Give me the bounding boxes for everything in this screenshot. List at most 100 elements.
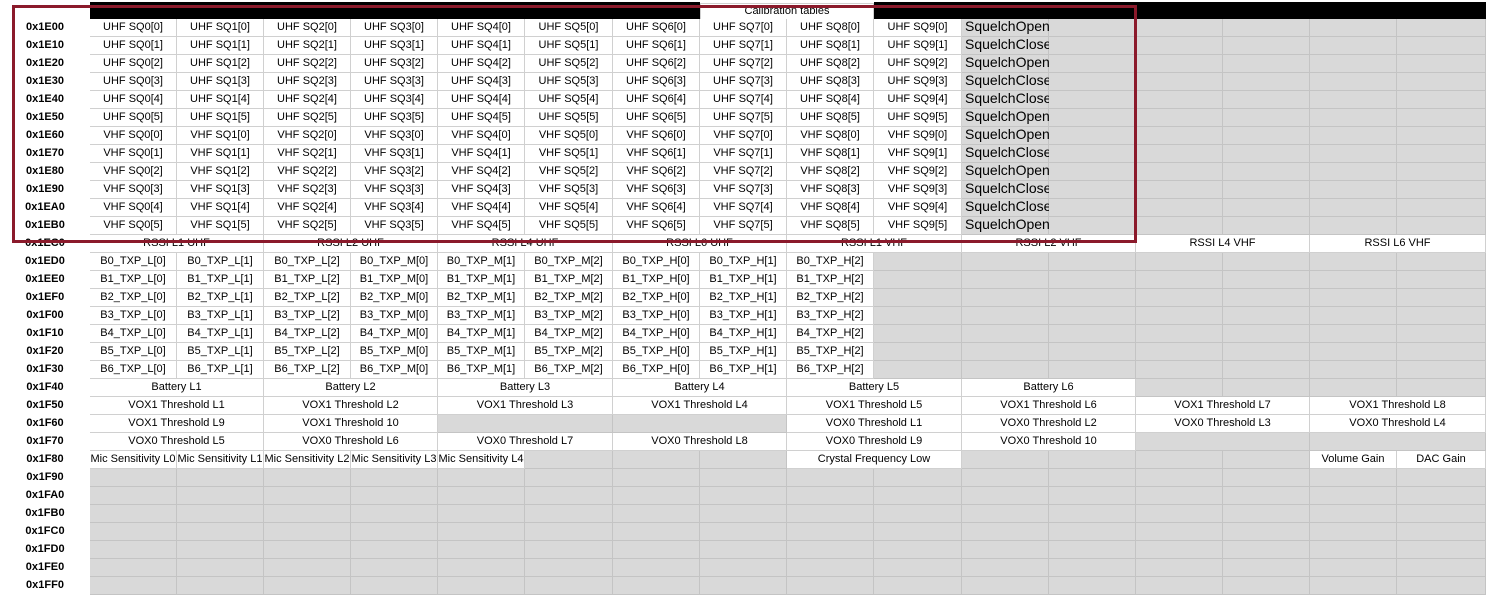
empty-cell[interactable] — [1049, 289, 1136, 307]
squelch-cell[interactable]: UHF SQ0[3] — [90, 73, 177, 91]
squelch-cell[interactable]: VHF SQ9[0] — [874, 127, 962, 145]
txp-cell[interactable]: B2_TXP_M[1] — [438, 289, 525, 307]
empty-cell[interactable] — [1136, 523, 1223, 541]
txp-cell[interactable]: B5_TXP_L[0] — [90, 343, 177, 361]
vox-cell[interactable]: VOX0 Threshold L7 — [438, 433, 613, 451]
squelch-threshold-label[interactable]: SquelchCloseNoiseThresh — [962, 73, 1131, 91]
txp-cell[interactable]: B6_TXP_M[2] — [525, 361, 613, 379]
empty-cell[interactable] — [1397, 163, 1486, 181]
empty-cell[interactable] — [1397, 523, 1486, 541]
empty-cell[interactable] — [787, 541, 874, 559]
squelch-cell[interactable]: VHF SQ6[5] — [613, 217, 700, 235]
empty-cell[interactable] — [1136, 253, 1223, 271]
empty-cell[interactable] — [962, 253, 1049, 271]
txp-cell[interactable]: B2_TXP_L[1] — [177, 289, 264, 307]
empty-cell[interactable] — [1310, 145, 1397, 163]
empty-cell[interactable] — [613, 559, 700, 577]
empty-cell[interactable] — [962, 307, 1049, 325]
empty-cell[interactable] — [613, 415, 787, 433]
empty-cell[interactable] — [1049, 523, 1136, 541]
empty-cell[interactable] — [1049, 19, 1136, 37]
empty-cell[interactable] — [1223, 271, 1310, 289]
empty-cell[interactable] — [1310, 163, 1397, 181]
empty-cell[interactable] — [438, 469, 525, 487]
empty-cell[interactable] — [1310, 577, 1397, 595]
squelch-cell[interactable]: UHF SQ7[0] — [700, 19, 787, 37]
empty-cell[interactable] — [1049, 55, 1136, 73]
txp-cell[interactable]: B5_TXP_M[0] — [351, 343, 438, 361]
empty-cell[interactable] — [1397, 379, 1486, 397]
squelch-cell[interactable]: VHF SQ2[3] — [264, 181, 351, 199]
txp-cell[interactable]: B2_TXP_H[1] — [700, 289, 787, 307]
empty-cell[interactable] — [962, 577, 1049, 595]
squelch-cell[interactable]: UHF SQ2[3] — [264, 73, 351, 91]
empty-cell[interactable] — [1310, 55, 1397, 73]
squelch-cell[interactable]: UHF SQ9[2] — [874, 55, 962, 73]
empty-cell[interactable] — [787, 577, 874, 595]
empty-cell[interactable] — [1223, 199, 1310, 217]
squelch-cell[interactable]: VHF SQ1[5] — [177, 217, 264, 235]
empty-cell[interactable] — [177, 505, 264, 523]
empty-cell[interactable] — [525, 469, 613, 487]
empty-cell[interactable] — [1223, 73, 1310, 91]
squelch-cell[interactable]: UHF SQ6[2] — [613, 55, 700, 73]
empty-cell[interactable] — [1397, 559, 1486, 577]
txp-cell[interactable]: B1_TXP_L[1] — [177, 271, 264, 289]
empty-cell[interactable] — [1310, 199, 1397, 217]
address-cell[interactable]: 0x1FD0 — [2, 541, 88, 559]
empty-cell[interactable] — [787, 559, 874, 577]
txp-cell[interactable]: B0_TXP_M[1] — [438, 253, 525, 271]
txp-cell[interactable]: B1_TXP_H[2] — [787, 271, 874, 289]
empty-cell[interactable] — [177, 559, 264, 577]
empty-cell[interactable] — [264, 541, 351, 559]
txp-cell[interactable]: B3_TXP_H[1] — [700, 307, 787, 325]
squelch-threshold-label[interactable]: SquelchOpenGlitchThresh — [962, 109, 1129, 127]
empty-cell[interactable] — [1223, 163, 1310, 181]
address-cell[interactable]: 0x1ED0 — [2, 253, 88, 271]
empty-cell[interactable] — [1310, 271, 1397, 289]
rssi-cell[interactable]: RSSI L1 UHF — [90, 235, 264, 253]
squelch-cell[interactable]: UHF SQ5[2] — [525, 55, 613, 73]
empty-cell[interactable] — [1397, 289, 1486, 307]
empty-cell[interactable] — [351, 505, 438, 523]
empty-cell[interactable] — [874, 505, 962, 523]
squelch-cell[interactable]: VHF SQ5[5] — [525, 217, 613, 235]
squelch-cell[interactable]: UHF SQ9[1] — [874, 37, 962, 55]
empty-cell[interactable] — [1310, 253, 1397, 271]
txp-cell[interactable]: B4_TXP_M[0] — [351, 325, 438, 343]
address-cell[interactable]: 0x1F10 — [2, 325, 88, 343]
empty-cell[interactable] — [1397, 181, 1486, 199]
empty-cell[interactable] — [1223, 379, 1310, 397]
empty-cell[interactable] — [177, 487, 264, 505]
empty-cell[interactable] — [962, 271, 1049, 289]
txp-cell[interactable]: B0_TXP_L[1] — [177, 253, 264, 271]
empty-cell[interactable] — [90, 523, 177, 541]
address-cell[interactable]: 0x1F80 — [2, 451, 88, 469]
empty-cell[interactable] — [1397, 55, 1486, 73]
txp-cell[interactable]: B1_TXP_M[0] — [351, 271, 438, 289]
empty-cell[interactable] — [1049, 73, 1136, 91]
txp-cell[interactable]: B1_TXP_L[2] — [264, 271, 351, 289]
empty-cell[interactable] — [1310, 361, 1397, 379]
empty-cell[interactable] — [1049, 253, 1136, 271]
empty-cell[interactable] — [525, 541, 613, 559]
mic-sensitivity-cell[interactable]: Mic Sensitivity L4 — [438, 451, 525, 469]
txp-cell[interactable]: B3_TXP_M[0] — [351, 307, 438, 325]
empty-cell[interactable] — [1310, 343, 1397, 361]
txp-cell[interactable]: B5_TXP_M[1] — [438, 343, 525, 361]
empty-cell[interactable] — [1310, 19, 1397, 37]
address-cell[interactable]: 0x1E60 — [2, 127, 88, 145]
txp-cell[interactable]: B4_TXP_L[1] — [177, 325, 264, 343]
empty-cell[interactable] — [1223, 523, 1310, 541]
squelch-cell[interactable]: VHF SQ8[3] — [787, 181, 874, 199]
squelch-cell[interactable]: UHF SQ8[0] — [787, 19, 874, 37]
empty-cell[interactable] — [700, 577, 787, 595]
empty-cell[interactable] — [438, 415, 613, 433]
address-cell[interactable]: 0x1F90 — [2, 469, 88, 487]
squelch-threshold-label[interactable]: SquelchCloseRSSIThresh — [962, 145, 1128, 163]
empty-cell[interactable] — [1310, 487, 1397, 505]
vox-cell[interactable]: VOX0 Threshold L2 — [962, 415, 1136, 433]
txp-cell[interactable]: B1_TXP_M[1] — [438, 271, 525, 289]
squelch-cell[interactable]: UHF SQ9[0] — [874, 19, 962, 37]
empty-cell[interactable] — [1049, 451, 1136, 469]
